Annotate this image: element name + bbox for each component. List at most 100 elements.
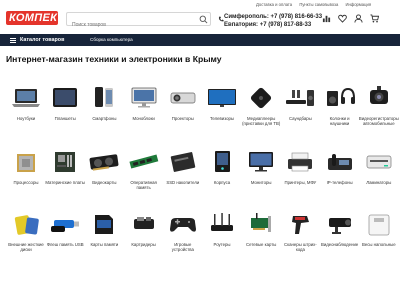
pc-assembly-link[interactable]: Сборка компьютера <box>90 35 133 45</box>
category-item[interactable]: Моноблоки <box>124 84 164 121</box>
laptop-icon <box>9 84 43 112</box>
ip-phone-icon <box>323 148 357 176</box>
menu-icon <box>10 37 16 43</box>
category-label: Процессоры <box>13 180 39 185</box>
monoblock-icon <box>127 84 161 112</box>
cart-icon[interactable] <box>370 14 379 23</box>
category-label: Принтеры, МФУ <box>284 180 317 185</box>
laminator-icon <box>362 148 396 176</box>
dashcam-icon <box>362 84 396 112</box>
tablet-icon <box>48 84 82 112</box>
external-hdd-icon <box>9 210 43 238</box>
category-label: Корпуса <box>213 180 231 185</box>
soundbar-icon <box>283 84 317 112</box>
category-item[interactable]: SSD накопители <box>163 148 203 185</box>
category-item[interactable]: Проекторы <box>163 84 203 121</box>
heart-icon[interactable] <box>338 14 347 23</box>
header: КОМПЕК Доставка и оплата Пункты самовыво… <box>0 0 400 36</box>
catalog-label: Каталог товаров <box>20 37 65 43</box>
search-input[interactable] <box>67 19 192 31</box>
category-label: Медиаплееры (приставки для ТВ) <box>242 116 281 126</box>
category-item[interactable]: Видеонаблюдение <box>320 210 360 247</box>
category-label: Колонки и наушники <box>329 116 350 126</box>
category-item[interactable]: Флеш память USB <box>45 210 85 247</box>
category-label: Видеонаблюдение <box>320 242 359 247</box>
category-item[interactable]: Игровые устройства <box>163 210 203 252</box>
category-label: Флеш память USB <box>46 242 84 247</box>
top-link-pickup[interactable]: Пункты самовывоза <box>299 2 338 7</box>
category-item[interactable]: Планшеты <box>45 84 85 121</box>
category-item[interactable]: Саундбары <box>280 84 320 121</box>
barcode-scanner-icon <box>283 210 317 238</box>
catalog-button[interactable]: Каталог товаров <box>6 35 68 45</box>
top-link-delivery[interactable]: Доставка и оплата <box>256 2 292 7</box>
category-label: Внешние жесткие диски <box>8 242 44 252</box>
motherboard-icon <box>48 148 82 176</box>
usb-flash-icon <box>48 210 82 238</box>
category-label: Сетевые карты <box>246 242 277 247</box>
category-item[interactable]: Смартфоны <box>84 84 124 121</box>
category-item[interactable]: Видеокарты <box>84 148 124 185</box>
category-label: Видеокарты <box>92 180 117 185</box>
gpu-icon <box>87 148 121 176</box>
header-actions <box>322 14 379 23</box>
category-item[interactable]: Роутеры <box>202 210 242 247</box>
gamepad-icon <box>166 210 200 238</box>
category-item[interactable]: Карты памяти <box>84 210 124 247</box>
category-label: Смартфоны <box>92 116 117 121</box>
user-icon[interactable] <box>354 14 363 23</box>
category-label: Саундбары <box>289 116 312 121</box>
category-item[interactable]: Материнские платы <box>45 148 85 185</box>
category-label: Картридеры <box>131 242 156 247</box>
phone-2[interactable]: Евпатория: +7 (978) 817-88-33 <box>224 21 322 29</box>
projector-icon <box>166 84 200 112</box>
mediaplayer-icon <box>244 84 278 112</box>
category-item[interactable]: Видеорегистраторы автомобильные <box>359 84 399 126</box>
ssd-icon <box>166 148 200 176</box>
cpu-icon <box>9 148 43 176</box>
category-item[interactable]: Сетевые карты <box>241 210 281 247</box>
category-item[interactable]: Картридеры <box>124 210 164 247</box>
category-item[interactable]: Оперативная память <box>124 148 164 190</box>
ram-icon <box>127 148 161 176</box>
category-label: IP-телефоны <box>326 180 353 185</box>
category-item[interactable]: Корпуса <box>202 148 242 185</box>
category-label: Оперативная память <box>130 180 157 190</box>
category-label: Видеорегистраторы автомобильные <box>358 116 399 126</box>
category-label: Карты памяти <box>90 242 119 247</box>
monitor-icon <box>244 148 278 176</box>
top-links: Доставка и оплата Пункты самовывоза Инфо… <box>256 2 377 7</box>
category-item[interactable]: Колонки и наушники <box>320 84 360 126</box>
top-link-info[interactable]: Информация <box>345 2 371 7</box>
category-item[interactable]: IP-телефоны <box>320 148 360 185</box>
site-logo[interactable]: КОМПЕК <box>6 11 58 25</box>
category-label: Моноблоки <box>132 116 155 121</box>
cardreader-icon <box>127 210 161 238</box>
network-card-icon <box>244 210 278 238</box>
camera-icon <box>323 210 357 238</box>
category-label: Роутеры <box>213 242 231 247</box>
router-icon <box>205 210 239 238</box>
search-box <box>66 12 211 31</box>
category-item[interactable]: Процессоры <box>6 148 46 185</box>
phone-1[interactable]: Симферополь: +7 (978) 816-66-33 <box>224 13 322 21</box>
chart-icon[interactable] <box>322 14 331 23</box>
category-label: Материнские платы <box>45 180 85 185</box>
category-item[interactable]: Телевизоры <box>202 84 242 121</box>
phone-numbers: Симферополь: +7 (978) 816-66-33 Евпатори… <box>216 13 322 29</box>
category-item[interactable]: Принтеры, МФУ <box>280 148 320 185</box>
category-item[interactable]: Ноутбуки <box>6 84 46 121</box>
category-item[interactable]: Весы напольные <box>359 210 399 247</box>
category-label: Мониторы <box>250 180 272 185</box>
category-label: Ноутбуки <box>16 116 36 121</box>
category-item[interactable]: Внешние жесткие диски <box>6 210 46 252</box>
category-label: SSD накопители <box>166 180 200 185</box>
category-label: Ламинаторы <box>366 180 392 185</box>
category-item[interactable]: Медиаплееры (приставки для ТВ) <box>241 84 281 126</box>
category-item[interactable]: Мониторы <box>241 148 281 185</box>
category-label: Сканеры штрих-кода <box>284 242 317 252</box>
search-icon[interactable] <box>199 15 208 24</box>
category-item[interactable]: Сканеры штрих-кода <box>280 210 320 252</box>
printer-icon <box>283 148 317 176</box>
category-item[interactable]: Ламинаторы <box>359 148 399 185</box>
